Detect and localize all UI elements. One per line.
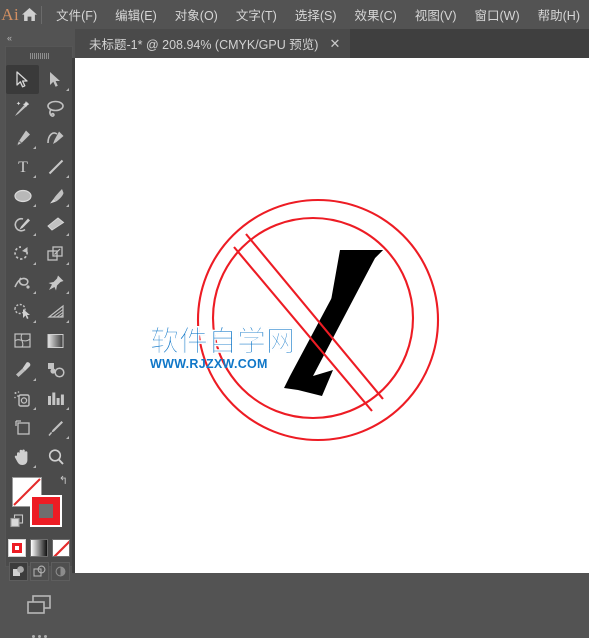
collapse-panel-icon[interactable]: « (0, 33, 12, 43)
draw-behind-button[interactable] (29, 562, 49, 581)
free-transform-tool[interactable] (39, 268, 72, 297)
document-tab-title: 未标题-1* @ 208.94% (CMYK/GPU 预览) (89, 38, 319, 52)
eyedropper-tool[interactable] (6, 355, 39, 384)
color-swatch-button[interactable] (8, 539, 26, 557)
fill-stroke-control: ↰ (6, 473, 72, 535)
draw-mode-row (6, 559, 72, 583)
column-graph-tool[interactable] (39, 384, 72, 413)
selection-tool[interactable] (6, 65, 39, 94)
hand-tool[interactable] (6, 442, 39, 471)
tools-panel: T ↰ (5, 46, 73, 638)
shaper-tool[interactable] (6, 210, 39, 239)
menu-select[interactable]: 选择(S) (286, 0, 346, 29)
magic-wand-tool[interactable] (6, 94, 39, 123)
zoom-tool[interactable] (39, 442, 72, 471)
close-icon[interactable]: ✕ (328, 37, 341, 50)
menu-type[interactable]: 文字(T) (227, 0, 286, 29)
draw-inside-button[interactable] (50, 562, 70, 581)
toolbar-header: « (0, 29, 75, 46)
draw-normal-button[interactable] (8, 562, 28, 581)
menu-effect[interactable]: 效果(C) (345, 0, 405, 29)
curvature-tool[interactable] (39, 123, 72, 152)
toolbar-overflow-button[interactable] (6, 617, 72, 638)
stroke-swatch[interactable] (30, 495, 62, 527)
rotate-tool[interactable] (6, 239, 39, 268)
gradient-swatch-button[interactable] (30, 539, 48, 557)
direct-selection-tool[interactable] (39, 65, 72, 94)
document-tab-bar: 未标题-1* @ 208.94% (CMYK/GPU 预览) ✕ (75, 29, 589, 58)
menu-window[interactable]: 窗口(W) (466, 0, 529, 29)
pen-tool[interactable] (6, 123, 39, 152)
symbol-sprayer-tool[interactable] (6, 384, 39, 413)
menu-file[interactable]: 文件(F) (47, 0, 106, 29)
menu-edit[interactable]: 编辑(E) (106, 0, 166, 29)
change-screen-mode-button[interactable] (6, 583, 72, 617)
default-fill-stroke-icon[interactable] (10, 514, 24, 533)
swap-fill-stroke-icon[interactable]: ↰ (59, 474, 68, 487)
menu-object[interactable]: 对象(O) (166, 0, 227, 29)
width-tool[interactable] (6, 268, 39, 297)
ellipse-tool[interactable] (6, 181, 39, 210)
perspective-grid-tool[interactable] (39, 297, 72, 326)
slice-tool[interactable] (39, 413, 72, 442)
eraser-tool[interactable] (39, 210, 72, 239)
home-icon[interactable] (20, 0, 38, 29)
lasso-tool[interactable] (39, 94, 72, 123)
tool-grid: T (6, 62, 72, 471)
illustrator-window: Ai 文件(F) 编辑(E) 对象(O) 文字(T) 选择(S) 效果(C) 视… (0, 0, 589, 638)
type-tool[interactable]: T (6, 152, 39, 181)
swatch-mode-row (6, 535, 72, 559)
paintbrush-tool[interactable] (39, 181, 72, 210)
document-tab[interactable]: 未标题-1* @ 208.94% (CMYK/GPU 预览) ✕ (75, 29, 351, 58)
menu-view[interactable]: 视图(V) (406, 0, 466, 29)
artboard-tool[interactable] (6, 413, 39, 442)
none-slash-icon (53, 540, 69, 556)
menu-bar: Ai 文件(F) 编辑(E) 对象(O) 文字(T) 选择(S) 效果(C) 视… (0, 0, 589, 29)
menu-item-list: 文件(F) 编辑(E) 对象(O) 文字(T) 选择(S) 效果(C) 视图(V… (47, 0, 589, 29)
panel-drag-handle[interactable] (6, 47, 72, 62)
no-entry-sign-artwork[interactable] (75, 58, 589, 573)
mesh-tool[interactable] (6, 326, 39, 355)
scale-tool[interactable] (39, 239, 72, 268)
menu-help[interactable]: 帮助(H) (529, 0, 589, 29)
ai-logo: Ai (1, 4, 20, 24)
shape-builder-tool[interactable] (6, 297, 39, 326)
menu-divider (40, 5, 42, 24)
blend-tool[interactable] (39, 355, 72, 384)
document-canvas[interactable] (75, 58, 589, 573)
gradient-tool[interactable] (39, 326, 72, 355)
svg-text:T: T (18, 159, 28, 175)
line-segment-tool[interactable] (39, 152, 72, 181)
none-swatch-button[interactable] (52, 539, 70, 557)
